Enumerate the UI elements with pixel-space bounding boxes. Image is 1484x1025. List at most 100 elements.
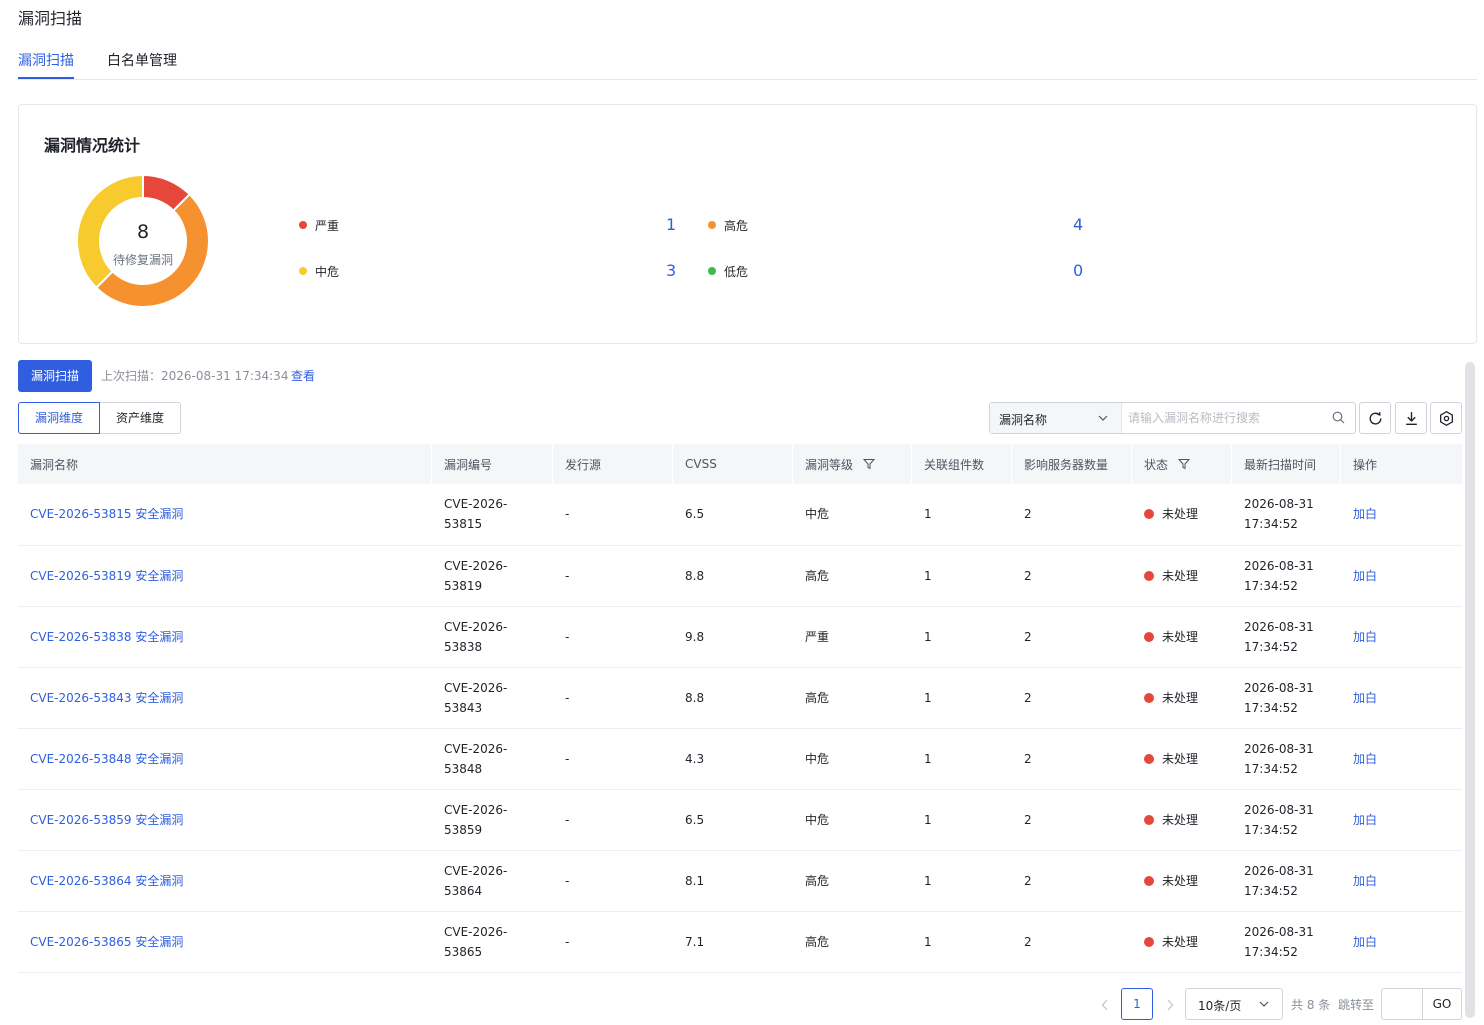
scan-time-cell: 2026-08-31 17:34:52 [1232, 667, 1341, 729]
view-scan-link[interactable]: 查看 [291, 367, 315, 384]
servers-cell: 2 [1012, 606, 1132, 668]
scan-date: 2026-08-31 [1244, 924, 1314, 939]
cvss-cell: 7.1 [673, 911, 793, 973]
status-label: 未处理 [1162, 812, 1199, 827]
vuln-name-link[interactable]: CVE-2026-53865 安全漏洞 [30, 935, 183, 949]
search-field-select[interactable]: 漏洞名称 [990, 403, 1122, 433]
status-dot-icon [1144, 692, 1154, 703]
components-cell: 1 [912, 728, 1012, 790]
source-cell: - [553, 667, 673, 729]
scan-date: 2026-08-31 [1244, 863, 1314, 878]
scan-date: 2026-08-31 [1244, 680, 1314, 695]
chevron-down-icon [1098, 415, 1108, 421]
search-icon[interactable] [1332, 411, 1345, 424]
vuln-id-cell: CVE-2026- 53819 [432, 545, 553, 607]
status-dot-icon [1144, 814, 1154, 825]
column-header: 漏洞编号 [432, 444, 553, 484]
cvss-cell: 4.3 [673, 728, 793, 790]
vuln-name-link[interactable]: CVE-2026-53848 安全漏洞 [30, 752, 183, 766]
components-cell: 1 [912, 484, 1012, 546]
search-group: 漏洞名称 [989, 402, 1356, 434]
column-settings-button[interactable] [1430, 402, 1462, 434]
start-scan-button[interactable]: 漏洞扫描 [18, 360, 92, 392]
vuln-id-line1: CVE-2026- [444, 558, 508, 573]
vertical-scrollbar[interactable] [1465, 362, 1475, 1018]
vuln-name-link[interactable]: CVE-2026-53838 安全漏洞 [30, 630, 183, 644]
vuln-name-link[interactable]: CVE-2026-53815 安全漏洞 [30, 507, 183, 521]
download-icon [1406, 412, 1417, 426]
source-cell: - [553, 545, 673, 607]
scan-time: 17:34:52 [1244, 944, 1298, 959]
severity-cell: 中危 [793, 484, 912, 546]
table-row: CVE-2026-53838 安全漏洞 CVE-2026- 53838-9.8 严重 1… [18, 606, 1462, 668]
prev-page-button[interactable] [1092, 990, 1118, 1018]
whitelist-action-link[interactable]: 加白 [1353, 569, 1377, 583]
go-button[interactable]: GO [1422, 988, 1462, 1020]
cvss-cell: 8.8 [673, 545, 793, 607]
source-cell: - [553, 484, 673, 546]
whitelist-action-link[interactable]: 加白 [1353, 630, 1377, 644]
table-row: CVE-2026-53848 安全漏洞 CVE-2026- 53848-4.3 中危 1… [18, 728, 1462, 790]
components-cell: 1 [912, 606, 1012, 668]
page-number-button[interactable]: 1 [1121, 988, 1153, 1020]
severity-cell: 中危 [793, 789, 912, 851]
segment-vulnerability-dimension[interactable]: 漏洞维度 [18, 402, 100, 434]
scan-time-cell: 2026-08-31 17:34:52 [1232, 484, 1341, 546]
vuln-name-link[interactable]: CVE-2026-53843 安全漏洞 [30, 691, 183, 705]
legend-dot-high [708, 221, 716, 229]
filter-icon[interactable] [863, 458, 876, 470]
whitelist-action-link[interactable]: 加白 [1353, 813, 1377, 827]
severity-cell: 严重 [793, 606, 912, 668]
status-dot-icon [1144, 753, 1154, 764]
table-row: CVE-2026-53865 安全漏洞 CVE-2026- 53865-7.1 高危 1… [18, 911, 1462, 973]
filter-icon[interactable] [1178, 458, 1191, 470]
whitelist-action-link[interactable]: 加白 [1353, 874, 1377, 888]
action-cell: 加白 [1341, 911, 1462, 973]
action-cell: 加白 [1341, 789, 1462, 851]
page-size-select[interactable]: 10条/页 [1185, 988, 1283, 1020]
vuln-name-link[interactable]: CVE-2026-53819 安全漏洞 [30, 569, 183, 583]
vuln-id-cell: CVE-2026- 53838 [432, 606, 553, 668]
status-cell: 未处理 [1132, 850, 1232, 912]
action-cell: 加白 [1341, 606, 1462, 668]
search-input[interactable] [1128, 406, 1318, 430]
scan-date: 2026-08-31 [1244, 802, 1314, 817]
vuln-name-link[interactable]: CVE-2026-53864 安全漏洞 [30, 874, 183, 888]
legend-dot-low [708, 267, 716, 275]
next-page-button[interactable] [1157, 990, 1183, 1018]
tab-whitelist-management[interactable]: 白名单管理 [107, 50, 177, 79]
refresh-icon [1369, 412, 1382, 425]
download-button[interactable] [1395, 402, 1427, 434]
vuln-id-line2: 53864 [444, 883, 483, 898]
vuln-id-line1: CVE-2026- [444, 863, 508, 878]
cvss-cell: 6.5 [673, 484, 793, 546]
whitelist-action-link[interactable]: 加白 [1353, 752, 1377, 766]
jump-page-input[interactable] [1381, 988, 1423, 1020]
scan-time: 17:34:52 [1244, 883, 1298, 898]
action-cell: 加白 [1341, 850, 1462, 912]
vuln-name-cell: CVE-2026-53843 安全漏洞 [18, 667, 432, 729]
whitelist-action-link[interactable]: 加白 [1353, 507, 1377, 521]
vuln-id-line1: CVE-2026- [444, 924, 508, 939]
scan-time-cell: 2026-08-31 17:34:52 [1232, 545, 1341, 607]
components-cell: 1 [912, 850, 1012, 912]
stats-title: 漏洞情况统计 [44, 136, 141, 155]
vuln-name-cell: CVE-2026-53859 安全漏洞 [18, 789, 432, 851]
vuln-name-link[interactable]: CVE-2026-53859 安全漏洞 [30, 813, 183, 827]
segment-asset-dimension[interactable]: 资产维度 [100, 402, 181, 434]
legend-label-medium: 中危 [315, 265, 340, 279]
column-header: 关联组件数 [912, 444, 1012, 484]
status-dot-icon [1144, 875, 1154, 886]
status-cell: 未处理 [1132, 484, 1232, 546]
severity-cell: 中危 [793, 728, 912, 790]
vuln-id-line1: CVE-2026- [444, 802, 508, 817]
legend-count-critical: 1 [666, 215, 677, 234]
tab-vulnerability-scan[interactable]: 漏洞扫描 [18, 50, 74, 79]
refresh-button[interactable] [1359, 402, 1391, 434]
tab-bar: 漏洞扫描 白名单管理 [18, 48, 1477, 80]
whitelist-action-link[interactable]: 加白 [1353, 691, 1377, 705]
vulnerability-stats-card: 漏洞情况统计 8 待修复漏洞 严重 1 高危 4 中危 3 低危 0 [18, 104, 1477, 344]
servers-cell: 2 [1012, 850, 1132, 912]
whitelist-action-link[interactable]: 加白 [1353, 935, 1377, 949]
components-cell: 1 [912, 545, 1012, 607]
